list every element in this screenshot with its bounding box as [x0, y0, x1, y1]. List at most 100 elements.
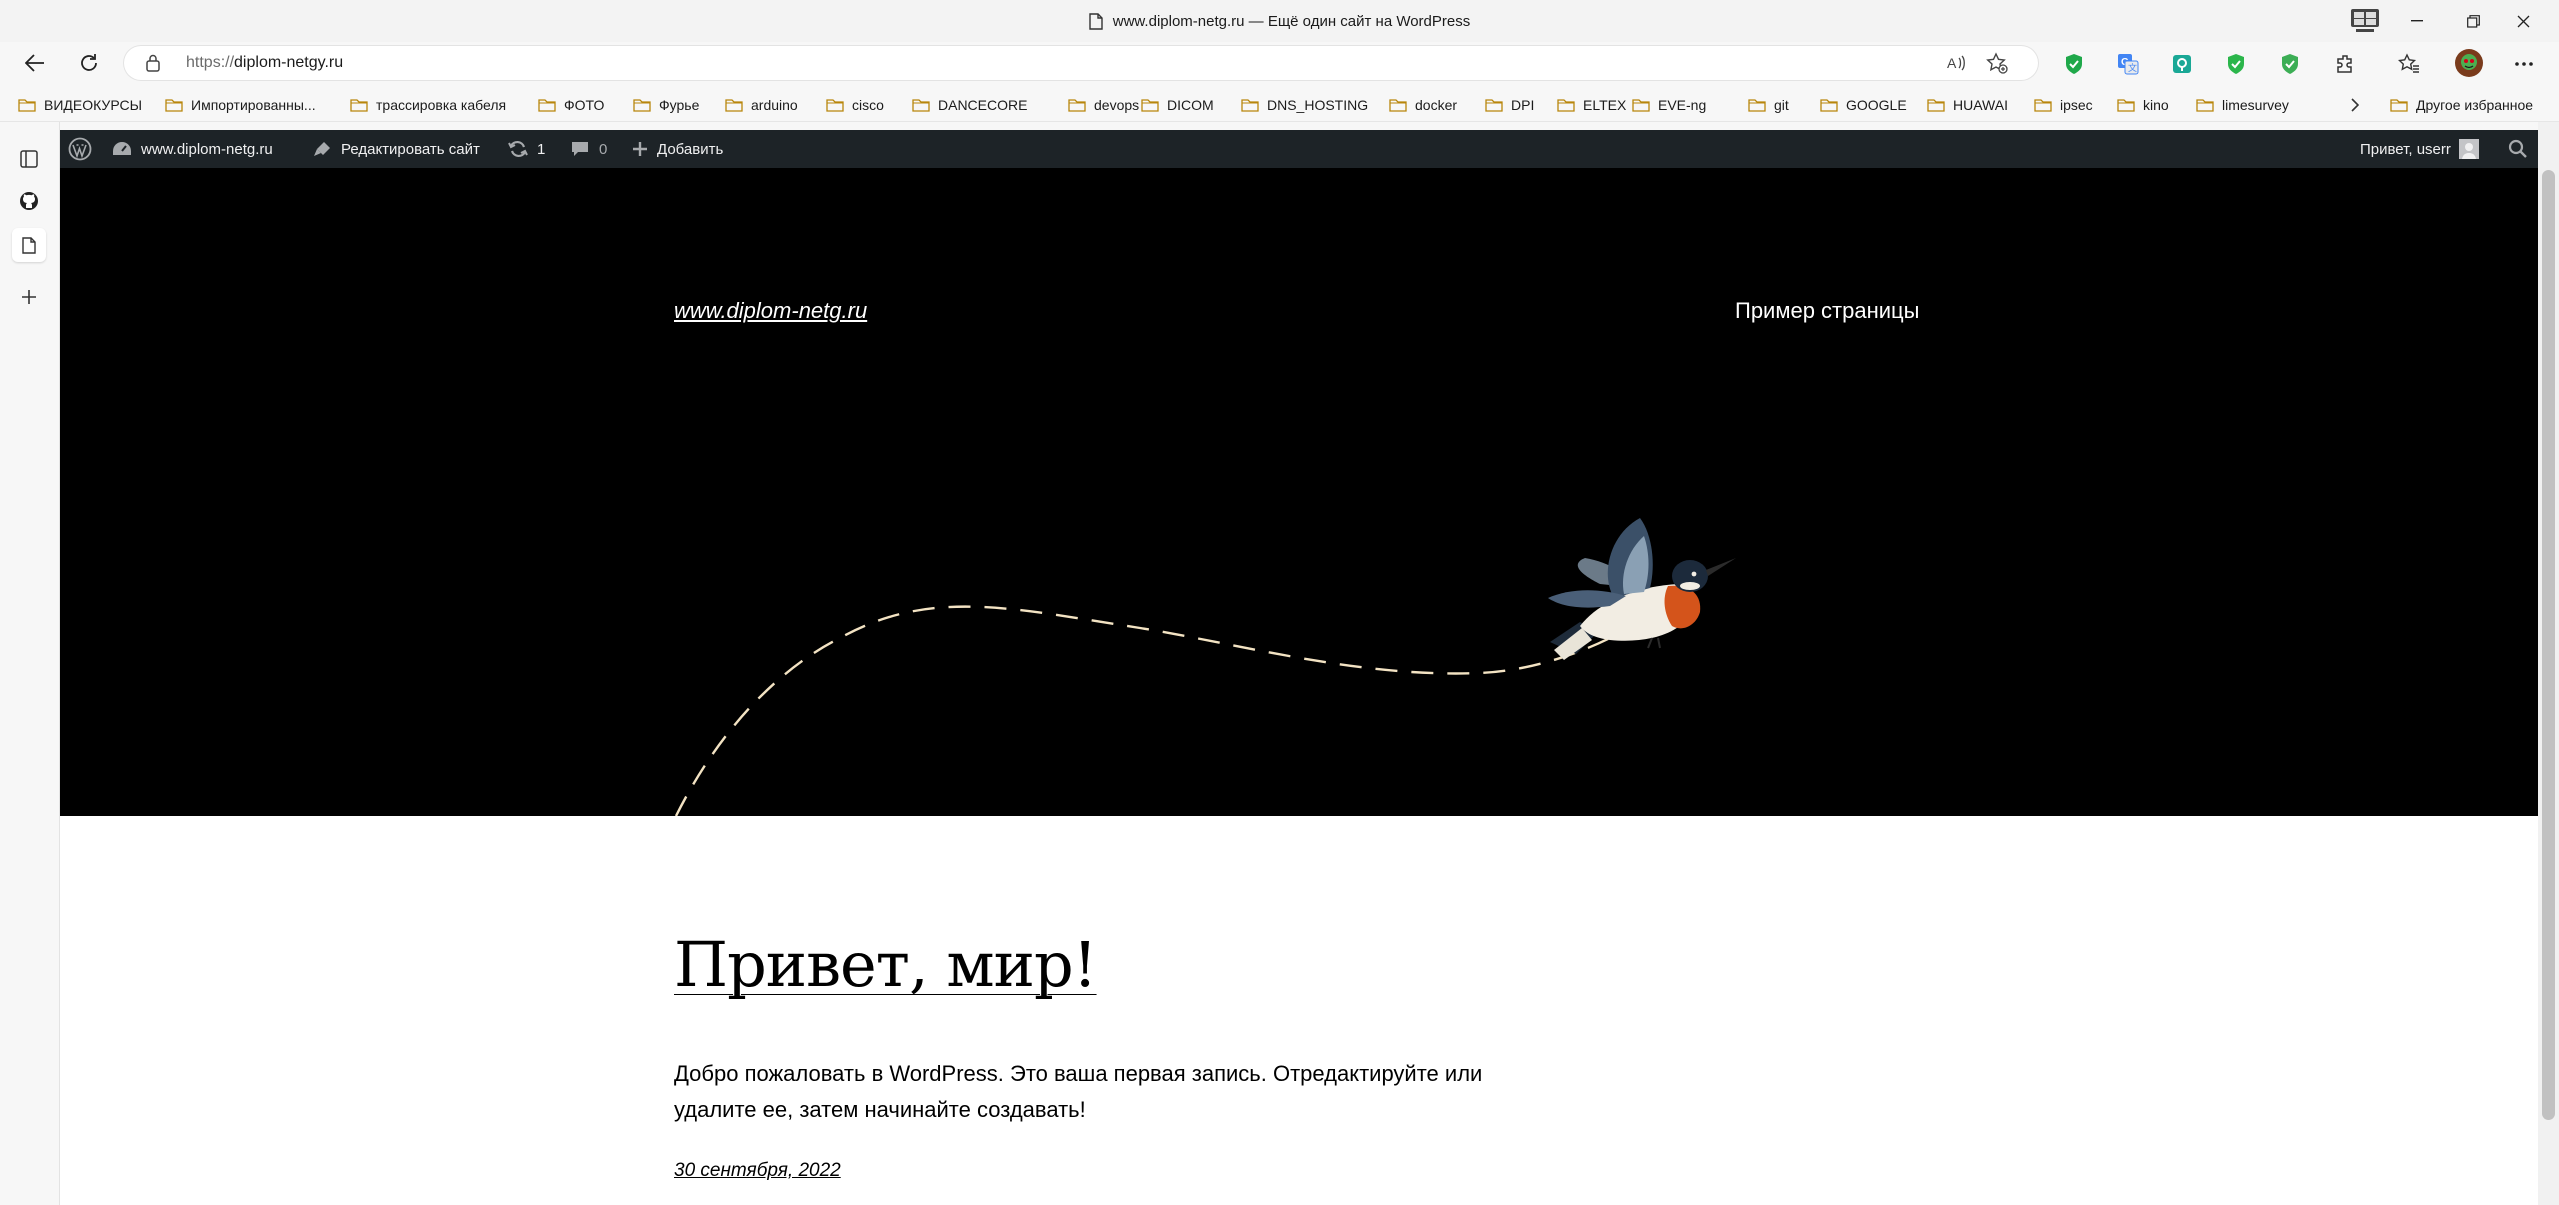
profile-avatar[interactable] — [2454, 48, 2484, 78]
post-title[interactable]: Привет, мир! — [674, 928, 1098, 1001]
bookmark-folder[interactable]: ВИДЕОКУРСЫ — [18, 88, 142, 122]
more-menu-icon[interactable] — [2512, 52, 2536, 76]
page-scrollbar[interactable] — [2538, 122, 2559, 1205]
user-avatar-icon — [2458, 139, 2479, 159]
read-aloud-icon[interactable]: A — [1946, 52, 1968, 79]
close-button[interactable] — [2498, 0, 2548, 42]
wp-edit-site[interactable]: Редактировать сайт — [312, 130, 480, 168]
post-date[interactable]: 30 сентября, 2022 — [674, 1160, 841, 1182]
url-text[interactable]: https://diplom-netgy.ru — [186, 46, 343, 80]
bookmark-label: EVE-ng — [1658, 97, 1707, 113]
bookmark-label: limesurvey — [2222, 97, 2289, 113]
bookmark-folder[interactable]: arduino — [725, 88, 798, 122]
folder-icon — [2117, 98, 2135, 112]
nav-sample-page[interactable]: Пример страницы — [1735, 298, 1919, 324]
bookmark-folder[interactable]: limesurvey — [2196, 88, 2289, 122]
folder-icon — [725, 98, 743, 112]
url-scheme: https:// — [186, 54, 235, 71]
wp-comments-count: 0 — [599, 140, 608, 158]
bookmark-label: DPI — [1511, 97, 1535, 113]
wp-updates[interactable]: 1 — [508, 130, 545, 168]
refresh-icon — [81, 54, 97, 71]
bookmark-folder[interactable]: GOOGLE — [1820, 88, 1907, 122]
url-host: diplom-netgy.ru — [234, 54, 344, 71]
folder-icon — [912, 98, 930, 112]
wp-search-icon[interactable] — [2508, 130, 2537, 168]
lock-icon[interactable] — [146, 54, 160, 72]
folder-icon — [1241, 98, 1259, 112]
keeper-extension-icon[interactable] — [2170, 52, 2194, 76]
bookmark-folder[interactable]: Импортированны... — [165, 88, 316, 122]
wp-comments[interactable]: 0 — [570, 130, 607, 168]
adguard-extension-icon[interactable] — [2224, 52, 2248, 76]
add-favorite-icon[interactable] — [1986, 52, 2008, 79]
bookmark-label: DICOM — [1167, 97, 1214, 113]
bookmark-folder[interactable]: ФОТО — [538, 88, 604, 122]
bookmarks-overflow-chevron-icon[interactable] — [2345, 88, 2365, 122]
bookmark-folder[interactable]: DANCECORE — [912, 88, 1027, 122]
bookmark-folder[interactable]: DPI — [1485, 88, 1534, 122]
bookmark-folder[interactable]: docker — [1389, 88, 1457, 122]
window-titlebar: www.diplom-netg.ru — Ещё один сайт на Wo… — [0, 0, 2559, 42]
bookmark-folder[interactable]: kino — [2117, 88, 2169, 122]
comment-icon — [572, 142, 588, 156]
bookmark-folder[interactable]: EVE-ng — [1632, 88, 1706, 122]
github-icon[interactable] — [12, 184, 46, 218]
address-bar[interactable]: https://diplom-netgy.ru A — [124, 46, 2038, 80]
minimize-button[interactable] — [2392, 0, 2442, 42]
bookmark-folder[interactable]: ELTEX — [1557, 88, 1626, 122]
bookmark-folder[interactable]: git — [1748, 88, 1789, 122]
bookmark-folder[interactable]: ipsec — [2034, 88, 2093, 122]
bookmark-label: cisco — [852, 97, 884, 113]
bookmark-label: DNS_HOSTING — [1267, 97, 1369, 113]
bookmark-folder[interactable]: DNS_HOSTING — [1241, 88, 1368, 122]
add-tab-icon[interactable] — [12, 280, 46, 314]
folder-icon — [2196, 98, 2214, 112]
folder-icon — [1068, 98, 1086, 112]
bookmark-label: Импортированны... — [191, 97, 316, 113]
bookmark-folder[interactable]: трассировка кабеля — [350, 88, 506, 122]
folder-icon — [538, 98, 556, 112]
site-title-link[interactable]: www.diplom-netg.ru — [674, 298, 867, 324]
scrollbar-thumb[interactable] — [2542, 170, 2555, 1120]
bookmark-label: ФОТО — [564, 97, 605, 113]
tab-actions-icon[interactable] — [12, 142, 46, 176]
bookmark-label: devops — [1094, 97, 1140, 113]
bookmark-folder[interactable]: cisco — [826, 88, 884, 122]
bookmark-label: git — [1774, 97, 1789, 113]
bookmark-label: HUAWAI — [1953, 97, 2008, 113]
folder-icon — [826, 98, 844, 112]
translate-extension-icon[interactable]: G文 — [2116, 52, 2140, 76]
bookmark-folder[interactable]: devops — [1068, 88, 1139, 122]
wp-logo-icon[interactable] — [68, 130, 101, 168]
shield-extension-icon[interactable] — [2062, 52, 2086, 76]
wp-site-name-label: www.diplom-netg.ru — [141, 140, 273, 158]
post-content: Привет, мир! Добро пожаловать в WordPres… — [60, 816, 2538, 1205]
folder-icon — [18, 98, 36, 112]
folder-icon — [1389, 98, 1407, 112]
shield-check-extension-icon[interactable] — [2278, 52, 2302, 76]
refresh-button[interactable] — [72, 46, 106, 80]
restore-button[interactable] — [2448, 0, 2498, 42]
folder-icon — [633, 98, 651, 112]
folder-icon — [165, 98, 183, 112]
wp-edit-site-label: Редактировать сайт — [341, 140, 480, 158]
extensions-icon[interactable] — [2334, 52, 2358, 76]
flight-path-illustration — [674, 605, 1611, 816]
wp-add-new-label: Добавить — [657, 140, 724, 158]
site-header: www.diplom-netg.ru Пример страницы — [60, 168, 2538, 816]
workspaces-icon[interactable] — [2340, 0, 2390, 42]
bookmark-folder[interactable]: DICOM — [1141, 88, 1214, 122]
bookmark-folder[interactable]: HUAWAI — [1927, 88, 2008, 122]
bookmark-folder[interactable]: Фурье — [633, 88, 699, 122]
folder-icon — [1632, 98, 1650, 112]
arrow-left-icon — [25, 54, 44, 72]
wp-site-name[interactable]: www.diplom-netg.ru — [112, 130, 273, 168]
page-tab-icon[interactable] — [12, 228, 46, 262]
folder-icon — [1820, 98, 1838, 112]
wp-add-new[interactable]: Добавить — [632, 130, 723, 168]
wp-my-account[interactable]: Привет, userr — [2360, 130, 2479, 168]
favorites-icon[interactable] — [2397, 52, 2421, 76]
bookmark-other-favorites[interactable]: Другое избранное — [2390, 88, 2533, 122]
back-button[interactable] — [18, 46, 52, 80]
